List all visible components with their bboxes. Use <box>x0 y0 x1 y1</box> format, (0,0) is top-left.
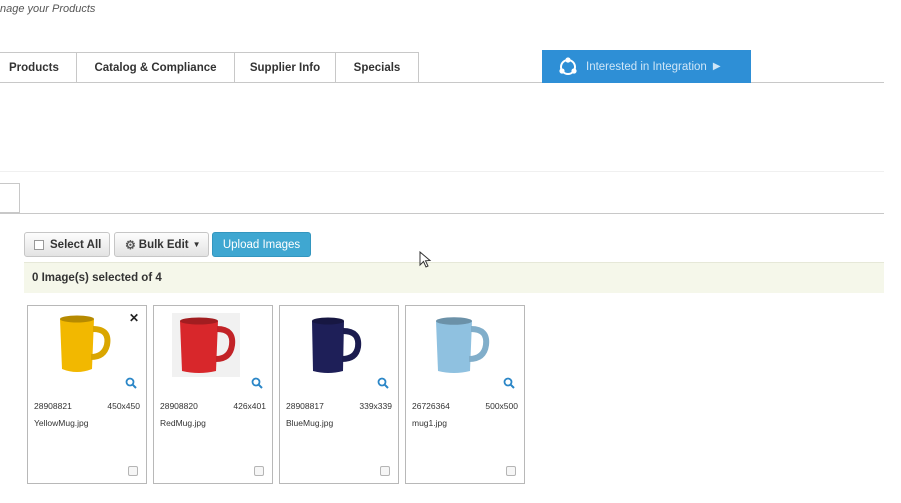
tab-catalog-compliance[interactable]: Catalog & Compliance <box>76 52 235 83</box>
tab-supplier-info[interactable]: Supplier Info <box>234 52 336 83</box>
gear-icon: ⚙ <box>125 237 136 252</box>
section-divider <box>0 171 884 172</box>
tab-products[interactable]: Products <box>0 52 77 83</box>
chevron-down-icon: ▼ <box>192 240 201 249</box>
image-meta: 28908817 339x339 <box>286 401 392 411</box>
bulk-edit-button[interactable]: ⚙ Bulk Edit ▼ <box>114 232 209 257</box>
image-id: 28908817 <box>286 401 324 411</box>
image-dimensions: 500x500 <box>485 401 518 411</box>
search-icon[interactable] <box>503 377 515 389</box>
image-card[interactable]: 26726364 500x500 mug1.jpg <box>405 305 525 484</box>
page-subtitle: nage your Products <box>0 3 96 15</box>
image-id: 28908820 <box>160 401 198 411</box>
image-filename: YellowMug.jpg <box>34 418 89 428</box>
tabs-divider <box>0 82 884 83</box>
image-checkbox[interactable] <box>506 466 516 476</box>
image-thumbnail[interactable] <box>44 311 116 379</box>
image-thumbnail[interactable] <box>296 311 368 379</box>
select-all-button[interactable]: Select All <box>24 232 110 257</box>
image-meta: 28908821 450x450 <box>34 401 140 411</box>
play-icon: ▶ <box>712 61 721 72</box>
image-checkbox[interactable] <box>254 466 264 476</box>
toolbar-divider <box>0 213 884 214</box>
image-card[interactable]: 28908820 426x401 RedMug.jpg <box>153 305 273 484</box>
image-filename: BlueMug.jpg <box>286 418 334 428</box>
tab-specials[interactable]: Specials <box>335 52 419 83</box>
select-all-label: Select All <box>50 238 102 251</box>
image-meta: 26726364 500x500 <box>412 401 518 411</box>
image-card[interactable]: 28908817 339x339 BlueMug.jpg <box>279 305 399 484</box>
image-thumbnail[interactable] <box>422 311 494 379</box>
panel-edge <box>0 183 20 213</box>
image-card[interactable]: ✕ 28908821 450x450 YellowMug.jpg <box>27 305 147 484</box>
search-icon[interactable] <box>125 377 137 389</box>
integration-button[interactable]: Interested in Integration ▶ <box>542 50 751 83</box>
main-tabs: Products Catalog & Compliance Supplier I… <box>0 52 419 83</box>
integration-icon <box>559 56 577 75</box>
image-dimensions: 450x450 <box>107 401 140 411</box>
image-filename: RedMug.jpg <box>160 418 206 428</box>
integration-label: Interested in Integration <box>586 60 707 73</box>
close-icon[interactable]: ✕ <box>129 311 139 325</box>
image-id: 28908821 <box>34 401 72 411</box>
selection-status: 0 Image(s) selected of 4 <box>24 262 884 293</box>
image-thumbnail[interactable] <box>170 311 242 379</box>
select-all-checkbox[interactable] <box>34 239 44 250</box>
image-dimensions: 339x339 <box>359 401 392 411</box>
upload-images-button[interactable]: Upload Images <box>212 232 311 257</box>
image-checkbox[interactable] <box>380 466 390 476</box>
image-dimensions: 426x401 <box>233 401 266 411</box>
mouse-cursor-icon <box>419 251 432 268</box>
image-meta: 28908820 426x401 <box>160 401 266 411</box>
image-filename: mug1.jpg <box>412 418 447 428</box>
image-id: 26726364 <box>412 401 450 411</box>
bulk-edit-label: Bulk Edit <box>138 238 189 251</box>
image-checkbox[interactable] <box>128 466 138 476</box>
search-icon[interactable] <box>251 377 263 389</box>
search-icon[interactable] <box>377 377 389 389</box>
